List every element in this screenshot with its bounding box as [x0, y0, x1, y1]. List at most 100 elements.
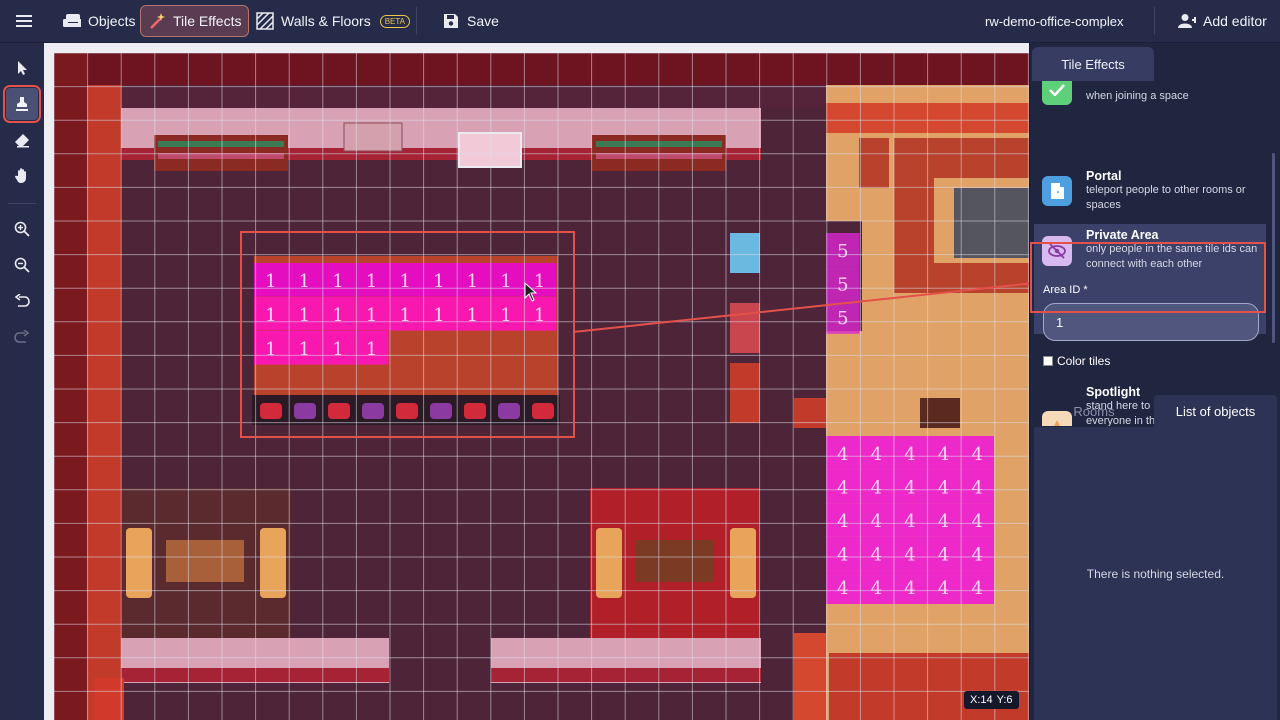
tab-list-of-objects[interactable]: List of objects [1154, 395, 1277, 427]
undo-icon [14, 294, 30, 307]
tile-label: 4 [938, 444, 949, 465]
tile-label: 4 [871, 545, 882, 566]
tile-label: 4 [904, 578, 915, 599]
color-tiles-label: Color tiles [1057, 354, 1111, 368]
add-user-icon [1178, 12, 1196, 30]
tile-label: 4 [904, 444, 915, 465]
jukebox [859, 138, 889, 188]
water-cooler [730, 233, 760, 273]
tile-label: 4 [904, 545, 915, 566]
tile-effects-label: Tile Effects [173, 13, 242, 29]
tile-label: 4 [837, 545, 848, 566]
tile-label: 1 [299, 305, 310, 326]
divider [1154, 7, 1155, 35]
effect-description: when joining a space [1086, 90, 1189, 102]
tile-label: 5 [837, 241, 848, 262]
redo-tool[interactable] [6, 321, 38, 353]
tile-label: 4 [904, 511, 915, 532]
color-tiles-option[interactable]: Color tiles [1043, 354, 1110, 368]
eraser-tool[interactable] [6, 124, 38, 156]
tile-label: 4 [871, 444, 882, 465]
tab-rooms-label: Rooms [1073, 403, 1115, 419]
y-coordinate: Y:6 [996, 694, 1013, 706]
tile-label: 4 [837, 477, 848, 498]
effect-item[interactable]: when joining a space [1034, 81, 1266, 117]
whiteboard [458, 132, 522, 168]
coordinate-readout: X:14 Y:6 [964, 691, 1019, 709]
select-tool[interactable] [6, 52, 38, 84]
hamburger-icon [15, 12, 33, 30]
sofa [260, 528, 286, 598]
x-coordinate: X:14 [970, 694, 993, 706]
pan-tool[interactable] [6, 159, 38, 191]
hatch-pattern-icon [256, 12, 274, 30]
tile-label: 1 [366, 339, 377, 360]
tile-label: 5 [837, 308, 848, 329]
tile-label: 4 [837, 511, 848, 532]
save-label: Save [467, 13, 499, 29]
tile-label: 4 [938, 511, 949, 532]
room-map[interactable]: 1111111111111111111111 555 4444444444444… [54, 53, 1029, 720]
tile-label: 4 [871, 578, 882, 599]
zoom-out-tool[interactable] [6, 249, 38, 281]
zoom-in-tool[interactable] [6, 213, 38, 245]
tile-label: 4 [871, 511, 882, 532]
private-area-tiles-5: 5 5 5 [826, 233, 860, 334]
floppy-disk-icon [442, 12, 460, 30]
tab-rooms[interactable]: Rooms [1034, 395, 1154, 427]
empty-state-text: There is nothing selected. [1086, 566, 1225, 581]
tile-label: 1 [399, 305, 410, 326]
menu-button[interactable] [8, 5, 40, 37]
eraser-icon [15, 134, 29, 148]
tile-label: 1 [332, 339, 343, 360]
tile-effects-button[interactable]: Tile Effects [140, 5, 250, 37]
stamp-tool[interactable] [3, 85, 41, 123]
beta-badge: BETA [379, 14, 411, 28]
effect-description: teleport people to other rooms or spaces [1086, 184, 1246, 211]
tile-label: 4 [971, 545, 982, 566]
tile-label: 4 [971, 477, 982, 498]
tile-label: 1 [265, 339, 276, 360]
tab-tile-effects-label: Tile Effects [1061, 56, 1125, 72]
add-editor-label: Add editor [1203, 13, 1267, 29]
tile-label: 4 [938, 477, 949, 498]
scrollbar[interactable] [1272, 153, 1275, 343]
tile-label: 4 [971, 578, 982, 599]
coffee-table [166, 540, 244, 582]
map-canvas[interactable]: 1111111111111111111111 555 4444444444444… [44, 43, 1029, 720]
tile-label: 1 [366, 305, 377, 326]
tile-label: 4 [971, 511, 982, 532]
objects-label: Objects [88, 13, 136, 29]
save-button[interactable]: Save [435, 5, 506, 37]
sofa [596, 528, 622, 598]
magic-wand-icon [148, 12, 166, 30]
effect-title: Portal [1086, 169, 1122, 183]
undo-tool[interactable] [6, 285, 38, 317]
walls-floors-button[interactable]: Walls & Floors BETA [249, 5, 417, 37]
tab-list-of-objects-label: List of objects [1175, 403, 1256, 419]
effect-portal[interactable]: Portal teleport people to other rooms or… [1034, 165, 1266, 225]
left-toolbar [0, 43, 44, 720]
objects-button[interactable]: Objects [56, 5, 142, 37]
tile-label: 1 [265, 305, 276, 326]
tile-label: 4 [871, 477, 882, 498]
effect-title: Private Area [1086, 228, 1159, 242]
add-editor-button[interactable]: Add editor [1171, 5, 1274, 37]
zoom-out-icon [14, 257, 30, 273]
private-area-tiles-4: 4 4 4 4 4 4 4 4 4 4 4 4 4 4 4 4 4 4 4 4 4 4 4 4 4 [826, 436, 994, 604]
right-panel: Tile Effects when joining a space Portal… [1029, 43, 1280, 720]
door-icon [1042, 176, 1072, 206]
space-name-text: rw-demo-office-complex [985, 13, 1124, 29]
divider [416, 7, 417, 35]
check-icon [1042, 81, 1072, 105]
space-name: rw-demo-office-complex [978, 5, 1130, 37]
tile-label: 4 [904, 477, 915, 498]
tile-label: 4 [938, 578, 949, 599]
tile-label: 5 [837, 274, 848, 295]
color-tiles-checkbox[interactable] [1043, 356, 1053, 366]
wall-picture [343, 122, 403, 152]
tab-tile-effects[interactable]: Tile Effects [1032, 47, 1154, 81]
bookshelf [154, 135, 288, 171]
tile-label: 1 [500, 305, 511, 326]
tile-label: 4 [971, 444, 982, 465]
